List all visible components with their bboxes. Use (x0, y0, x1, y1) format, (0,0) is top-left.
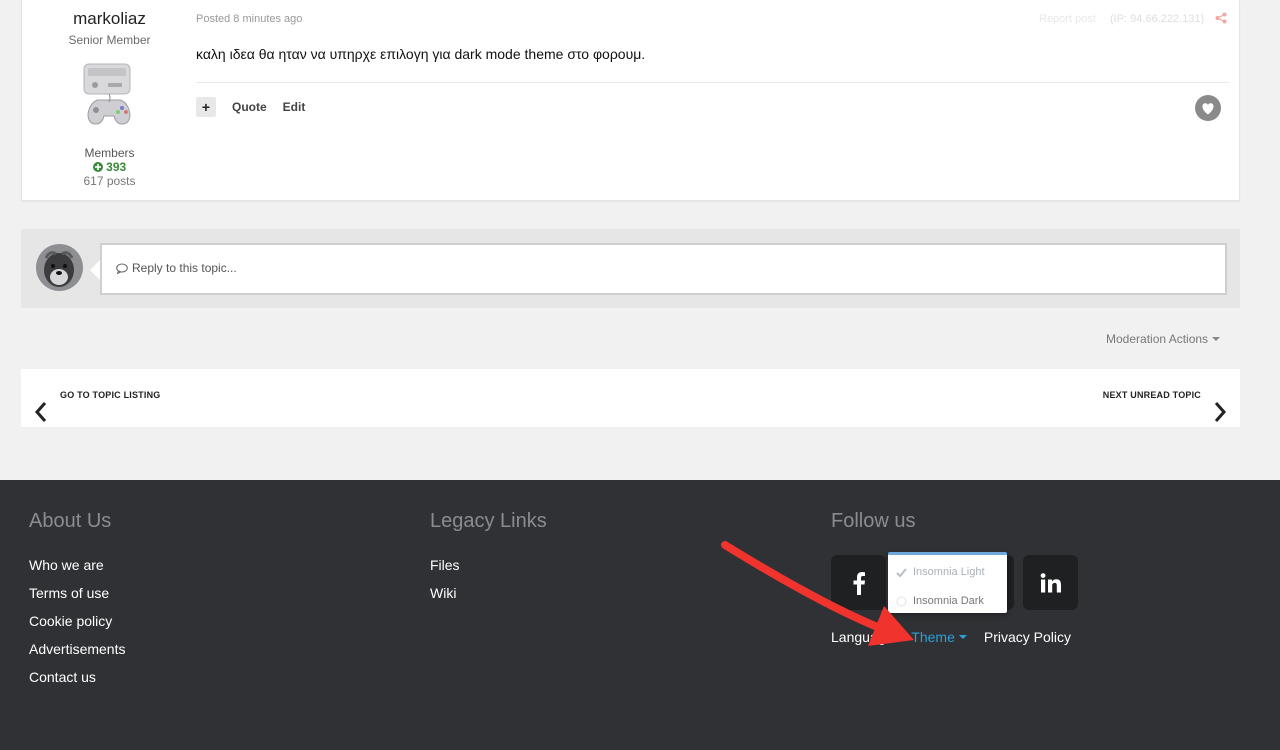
check-icon (896, 567, 907, 577)
comment-icon (116, 263, 128, 274)
post-ip: (IP: 94.66.222.131) (1110, 13, 1205, 25)
footer-link-cookie-policy[interactable]: Cookie policy (29, 613, 125, 641)
go-to-topic-listing-link[interactable]: GO TO TOPIC LISTING (60, 390, 160, 400)
footer-link-wiki[interactable]: Wiki (430, 585, 547, 613)
circle-icon (896, 596, 907, 606)
footer-follow-column: Follow us (831, 510, 915, 557)
theme-option-dark-label: Insomnia Dark (913, 595, 984, 607)
share-icon[interactable] (1215, 12, 1227, 24)
post-actions: + Quote Edit (196, 97, 321, 117)
footer-bottom-links: Language Theme Privacy Policy (831, 629, 1071, 645)
quote-button[interactable]: Quote (232, 100, 267, 114)
chevron-right-icon[interactable] (1212, 400, 1228, 424)
footer-about-column: About Us Who we are Terms of use Cookie … (29, 510, 125, 697)
current-user-avatar[interactable] (36, 244, 83, 291)
author-post-count: 617 posts (83, 174, 136, 188)
edit-button[interactable]: Edit (283, 100, 306, 114)
next-unread-topic-link[interactable]: NEXT UNREAD TOPIC (1103, 390, 1201, 400)
theme-option-light[interactable]: Insomnia Light (896, 566, 985, 578)
author-avatar[interactable] (78, 60, 140, 134)
reply-placeholder: Reply to this topic... (116, 261, 237, 275)
author-reputation[interactable]: 393 (22, 160, 197, 174)
post-divider (196, 82, 1229, 83)
post-card: markoliaz Senior Member Members 393 617 … (21, 0, 1240, 201)
heart-icon[interactable] (1195, 95, 1221, 121)
caret-down-icon (1212, 337, 1221, 341)
topic-navigation: GO TO TOPIC LISTING NEXT UNREAD TOPIC (21, 369, 1240, 427)
theme-selector[interactable]: Theme (911, 629, 967, 645)
reputation-count: 393 (106, 160, 127, 174)
linkedin-icon (1040, 572, 1061, 592)
footer: About Us Who we are Terms of use Cookie … (0, 480, 1280, 750)
reply-area: Reply to this topic... (21, 229, 1240, 308)
linkedin-button[interactable] (1023, 555, 1078, 610)
moderation-actions-dropdown[interactable]: Moderation Actions (1106, 332, 1221, 346)
footer-follow-heading: Follow us (831, 510, 916, 532)
report-post-link[interactable]: Report post (1039, 13, 1096, 25)
footer-link-contact[interactable]: Contact us (29, 669, 125, 697)
facebook-icon (853, 571, 865, 595)
footer-link-terms[interactable]: Terms of use (29, 585, 125, 613)
theme-option-dark[interactable]: Insomnia Dark (896, 595, 984, 607)
reply-notch (90, 260, 100, 280)
multiquote-button[interactable]: + (196, 97, 216, 117)
footer-about-heading: About Us (29, 510, 112, 532)
post-content: καλη ιδεα θα ηταν να υπηρχε επιλογη για … (196, 46, 646, 62)
footer-legacy-heading: Legacy Links (430, 510, 547, 532)
theme-option-light-label: Insomnia Light (913, 566, 985, 578)
moderation-actions-label: Moderation Actions (1106, 332, 1209, 346)
language-selector[interactable]: Language (831, 629, 893, 645)
facebook-button[interactable] (831, 555, 886, 610)
reply-input[interactable]: Reply to this topic... (100, 243, 1227, 295)
privacy-policy-link[interactable]: Privacy Policy (984, 629, 1071, 645)
author-group: Members (84, 146, 135, 160)
footer-legacy-column: Legacy Links Files Wiki (430, 510, 547, 613)
post-timestamp[interactable]: Posted 8 minutes ago (196, 13, 302, 25)
plus-circle-icon (92, 162, 103, 172)
theme-menu: Insomnia Light Insomnia Dark (888, 552, 1007, 613)
footer-link-files[interactable]: Files (430, 557, 547, 585)
theme-label: Theme (911, 629, 955, 645)
chevron-left-icon[interactable] (33, 400, 49, 424)
author-title: Senior Member (68, 33, 151, 47)
caret-down-icon (958, 635, 967, 639)
reply-placeholder-text: Reply to this topic... (132, 261, 237, 275)
author-name[interactable]: markoliaz (22, 9, 197, 29)
footer-link-advertisements[interactable]: Advertisements (29, 641, 125, 669)
footer-link-who-we-are[interactable]: Who we are (29, 557, 125, 585)
